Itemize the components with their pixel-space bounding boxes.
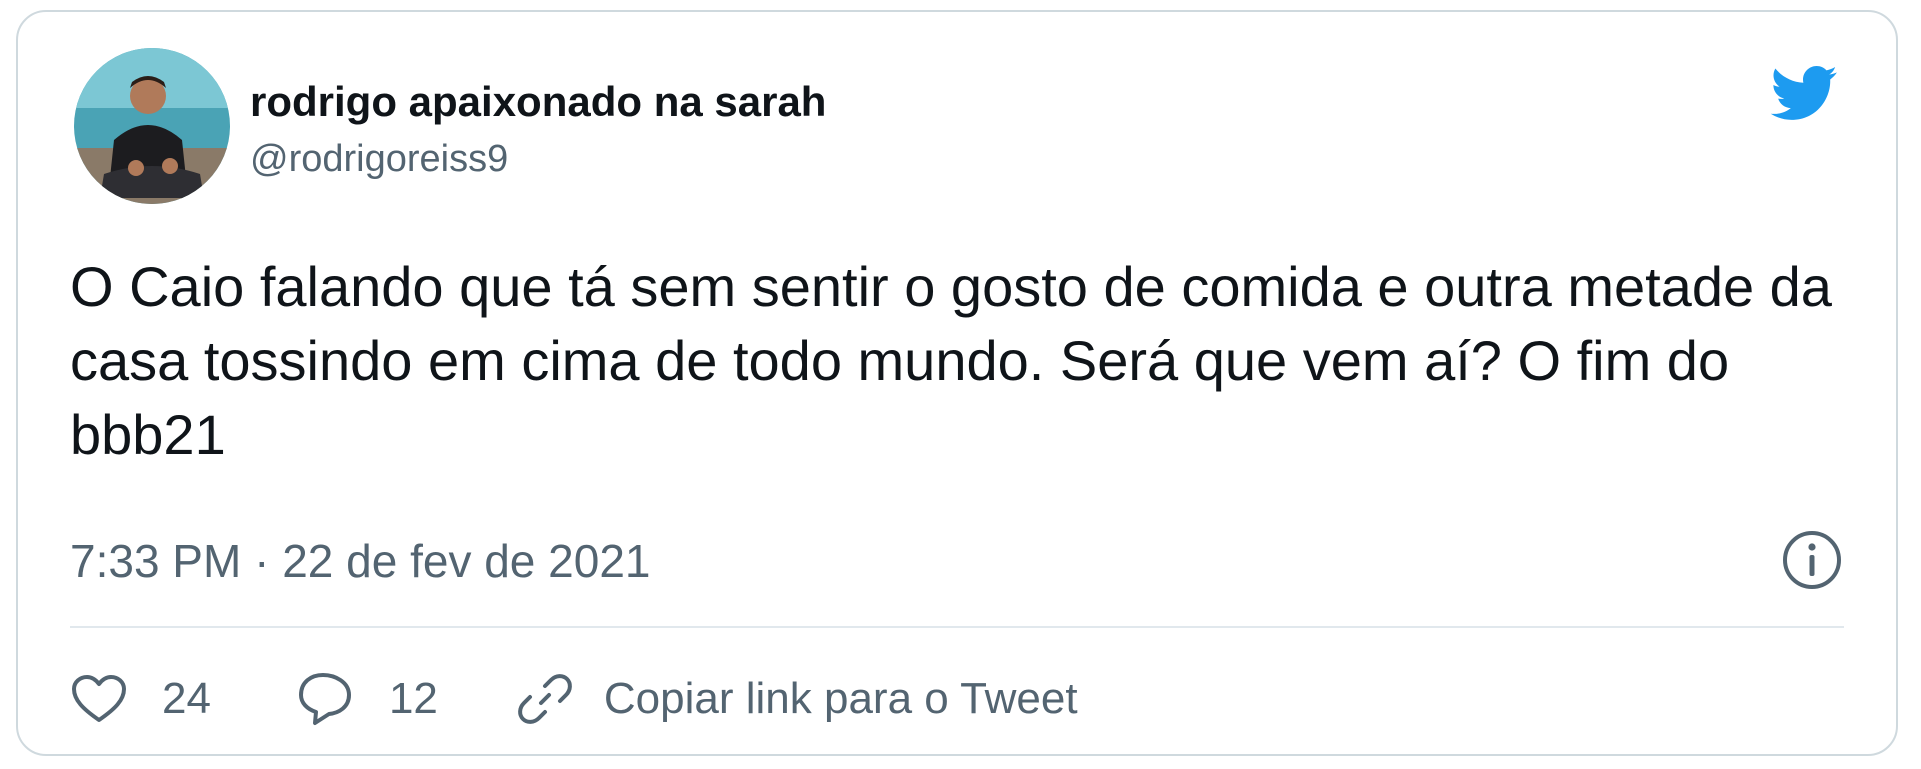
info-icon[interactable] bbox=[1780, 528, 1844, 592]
avatar[interactable] bbox=[74, 48, 230, 204]
display-name[interactable]: rodrigo apaixonado na sarah bbox=[250, 78, 826, 126]
chain-link-icon bbox=[518, 674, 572, 724]
timestamp[interactable]: 7:33 PM · 22 de fev de 2021 bbox=[70, 534, 651, 588]
action-bar: 24 12 Copiar link para o Tweet bbox=[70, 660, 1078, 738]
divider bbox=[70, 626, 1844, 628]
like-count: 24 bbox=[162, 674, 211, 723]
reply-count: 12 bbox=[388, 674, 438, 723]
avatar-photo bbox=[74, 48, 230, 204]
heart-icon bbox=[72, 675, 126, 722]
tweet-card: rodrigo apaixonado na sarah @rodrigoreis… bbox=[16, 10, 1898, 756]
twitter-bird-icon[interactable] bbox=[1762, 58, 1844, 128]
copy-link-button[interactable]: Copiar link para o Tweet bbox=[516, 670, 1078, 728]
handle[interactable]: @rodrigoreiss9 bbox=[250, 138, 508, 181]
speech-bubble-icon bbox=[298, 673, 351, 725]
copy-link-label: Copiar link para o Tweet bbox=[603, 674, 1078, 723]
tweet-text: O Caio falando que tá sem sentir o gosto… bbox=[70, 255, 1832, 466]
reply-button[interactable]: 12 bbox=[297, 671, 438, 727]
like-button[interactable]: 24 bbox=[70, 673, 211, 725]
